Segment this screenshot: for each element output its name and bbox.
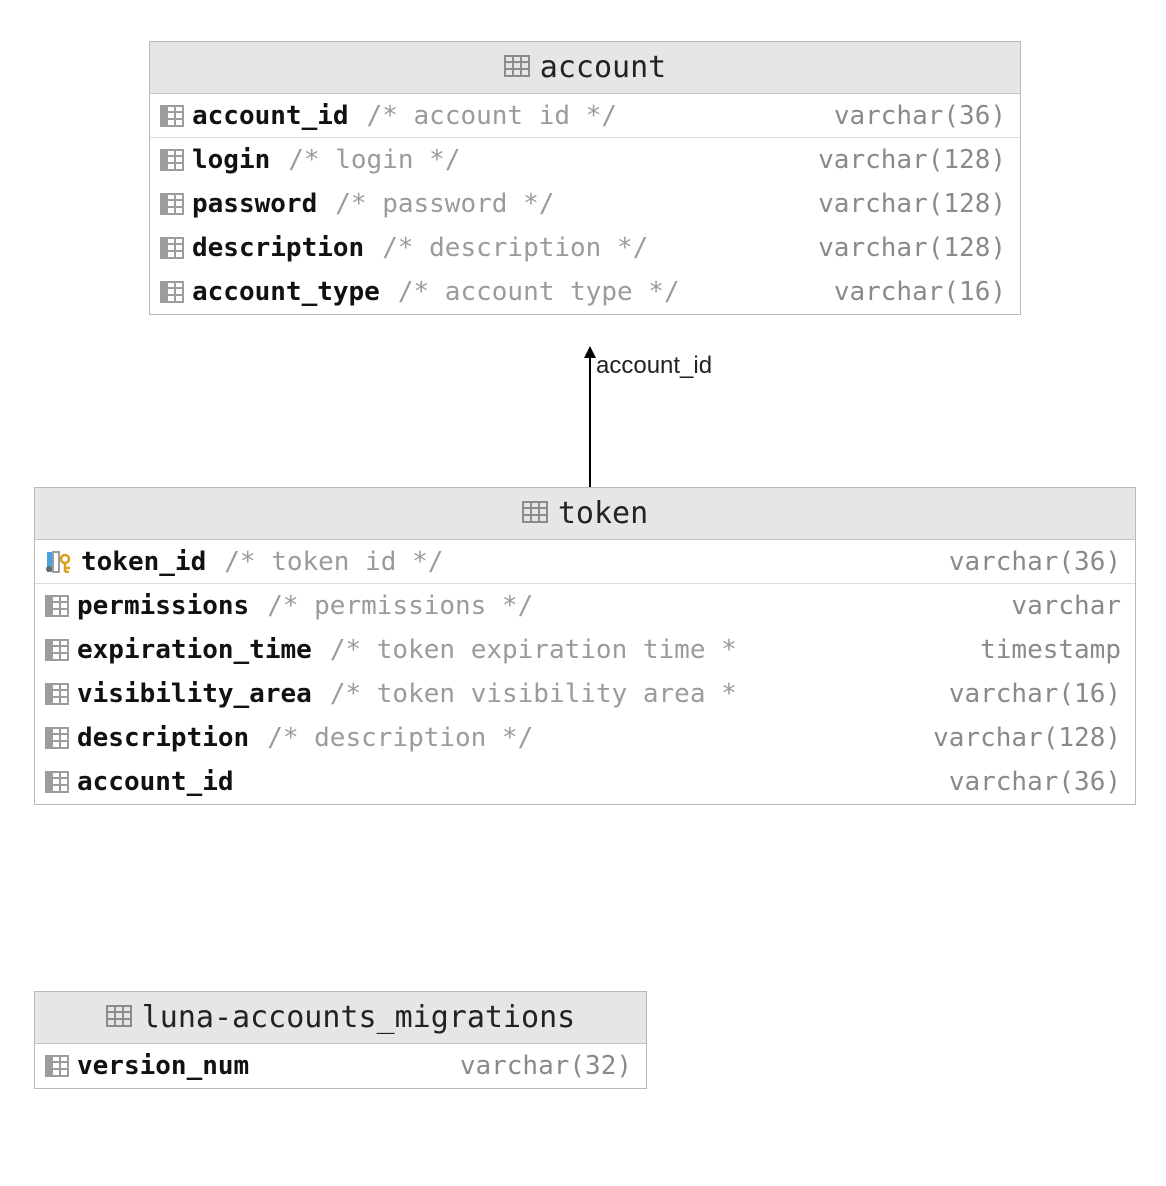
table-name: luna-accounts_migrations: [142, 1000, 575, 1035]
column-row[interactable]: login /* login */ varchar(128): [150, 138, 1020, 182]
column-name: token_id: [81, 547, 206, 577]
table-header[interactable]: account: [150, 42, 1020, 94]
column-row[interactable]: token_id /* token id */ varchar(36): [35, 540, 1135, 584]
column-name: description: [192, 233, 364, 263]
column-comment: /* permissions */: [267, 591, 533, 621]
table-header[interactable]: token: [35, 488, 1135, 540]
column-name: login: [192, 145, 270, 175]
column-type: varchar(16): [935, 679, 1121, 709]
column-type: timestamp: [966, 635, 1121, 665]
column-row[interactable]: permissions /* permissions */ varchar: [35, 584, 1135, 628]
table-icon: [504, 50, 530, 85]
column-row[interactable]: password /* password */ varchar(128): [150, 182, 1020, 226]
column-name: account_id: [192, 101, 349, 131]
column-row[interactable]: expiration_time /* token expiration time …: [35, 628, 1135, 672]
table-name: account: [540, 50, 666, 85]
column-comment: /* token visibility area *: [330, 679, 737, 709]
column-icon: [160, 281, 184, 303]
column-icon: [160, 105, 184, 127]
column-icon: [45, 639, 69, 661]
column-type: varchar(36): [820, 101, 1006, 131]
column-row[interactable]: account_id /* account id */ varchar(36): [150, 94, 1020, 138]
column-type: varchar(128): [804, 189, 1006, 219]
column-name: version_num: [77, 1051, 249, 1081]
column-comment: /* description */: [267, 723, 533, 753]
column-name: account_type: [192, 277, 380, 307]
column-comment: /* token expiration time *: [330, 635, 737, 665]
diagram-canvas: account_id account account_id /* account i…: [0, 0, 1166, 1186]
column-comment: /* account type */: [398, 277, 680, 307]
column-type: varchar(36): [935, 767, 1121, 797]
column-icon: [160, 193, 184, 215]
column-row[interactable]: visibility_area /* token visibility area …: [35, 672, 1135, 716]
column-type: varchar(32): [446, 1051, 632, 1081]
table-icon: [522, 496, 548, 531]
column-row[interactable]: account_type /* account type */ varchar(16…: [150, 270, 1020, 314]
column-type: varchar(128): [919, 723, 1121, 753]
table-header[interactable]: luna-accounts_migrations: [35, 992, 646, 1044]
column-row[interactable]: account_id varchar(36): [35, 760, 1135, 804]
table-name: token: [558, 496, 648, 531]
table-account[interactable]: account account_id /* account id */ varchar…: [149, 41, 1021, 315]
column-type: varchar(128): [804, 233, 1006, 263]
column-comment: /* description */: [382, 233, 648, 263]
column-icon: [45, 1055, 69, 1077]
column-icon: [45, 683, 69, 705]
column-row[interactable]: description /* description */ varchar(128): [35, 716, 1135, 760]
column-comment: /* login */: [288, 145, 460, 175]
column-type: varchar(36): [935, 547, 1121, 577]
column-icon: [45, 595, 69, 617]
column-name: visibility_area: [77, 679, 312, 709]
column-name: description: [77, 723, 249, 753]
column-name: account_id: [77, 767, 234, 797]
column-type: varchar(128): [804, 145, 1006, 175]
column-row[interactable]: description /* description */ varchar(128): [150, 226, 1020, 270]
table-icon: [106, 1000, 132, 1035]
column-icon: [45, 771, 69, 793]
column-comment: /* token id */: [224, 547, 443, 577]
table-token[interactable]: token token_id /* token id */ varchar(36) pe…: [34, 487, 1136, 805]
column-icon: [160, 149, 184, 171]
column-type: varchar(16): [820, 277, 1006, 307]
key-column-icon: [45, 551, 73, 573]
table-luna-accounts_migrations[interactable]: luna-accounts_migrations version_num varch…: [34, 991, 647, 1089]
column-type: varchar: [997, 591, 1121, 621]
column-name: permissions: [77, 591, 249, 621]
column-comment: /* account id */: [367, 101, 617, 131]
column-icon: [45, 727, 69, 749]
column-name: password: [192, 189, 317, 219]
column-row[interactable]: version_num varchar(32): [35, 1044, 646, 1088]
fk-label: account_id: [596, 352, 712, 380]
column-icon: [160, 237, 184, 259]
column-comment: /* password */: [335, 189, 554, 219]
column-name: expiration_time: [77, 635, 312, 665]
